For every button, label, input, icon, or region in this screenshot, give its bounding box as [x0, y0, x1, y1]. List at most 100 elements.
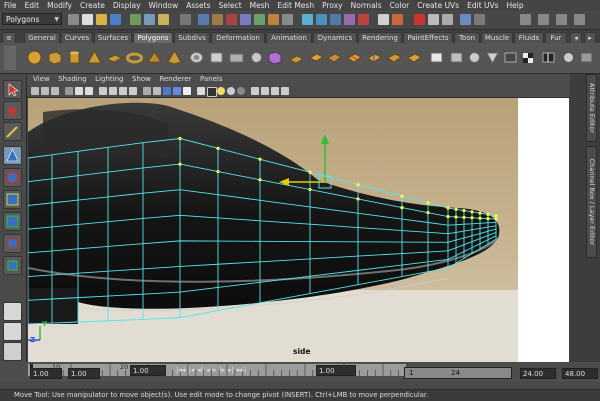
- select-surfaces-icon[interactable]: [240, 14, 251, 25]
- select-rendering-icon[interactable]: [282, 14, 293, 25]
- single-perspective-layout-icon[interactable]: [3, 302, 22, 321]
- tab-muscle[interactable]: Muscle: [481, 32, 513, 43]
- shelf-more-icon[interactable]: [578, 50, 595, 65]
- input-ops-icon[interactable]: [378, 14, 389, 25]
- menu-assets[interactable]: Assets: [182, 1, 214, 10]
- save-scene-icon[interactable]: [110, 14, 121, 25]
- grid-toggle-icon[interactable]: [65, 87, 73, 95]
- soften-edge-icon[interactable]: [560, 50, 577, 65]
- show-hide-sidebar-icon[interactable]: [460, 14, 471, 25]
- flat-shade-icon[interactable]: [173, 87, 181, 95]
- paint-select-tool-icon[interactable]: [3, 122, 22, 141]
- mesh-vertex[interactable]: [356, 197, 360, 201]
- mesh-vertex[interactable]: [470, 210, 474, 214]
- input-line-icon[interactable]: [474, 14, 485, 25]
- select-deformations-icon[interactable]: [254, 14, 265, 25]
- shadows-icon[interactable]: [227, 87, 235, 95]
- snap-curve-icon[interactable]: [316, 14, 327, 25]
- poly-prism-icon[interactable]: [146, 50, 163, 65]
- tab-fluids[interactable]: Fluids: [514, 32, 544, 43]
- current-frame-field[interactable]: 1.00: [130, 365, 166, 376]
- shelf-scroll-right-icon[interactable]: ▸: [584, 32, 596, 43]
- mesh-vertex[interactable]: [308, 187, 312, 192]
- bevel-icon[interactable]: [326, 50, 343, 65]
- construction-history-icon[interactable]: [392, 14, 403, 25]
- play-backward-icon[interactable]: ◂: [206, 366, 210, 376]
- tab-polygons[interactable]: Polygons: [133, 32, 173, 43]
- select-tool-icon[interactable]: [3, 80, 22, 99]
- panel-menu-panels[interactable]: Panels: [200, 75, 223, 83]
- mesh-vertex[interactable]: [454, 207, 458, 211]
- mesh-vertex[interactable]: [216, 169, 220, 174]
- range-slider-bar[interactable]: 1 24: [404, 367, 512, 379]
- step-back-icon[interactable]: |◂: [188, 366, 194, 376]
- mesh-vertex[interactable]: [462, 208, 466, 213]
- camera-bookmark-icon[interactable]: [41, 87, 49, 95]
- menu-window[interactable]: Window: [145, 1, 183, 10]
- wireframe-icon[interactable]: [143, 87, 151, 95]
- cylindrical-mapping-icon[interactable]: [448, 50, 465, 65]
- shelf-menu-icon[interactable]: ≡: [2, 32, 16, 43]
- mesh-vertex[interactable]: [308, 170, 312, 174]
- mask-icon[interactable]: [180, 14, 191, 25]
- xray-components-icon[interactable]: [281, 87, 289, 95]
- automatic-mapping-icon[interactable]: [484, 50, 501, 65]
- end-time-field[interactable]: 48.00: [562, 368, 598, 379]
- menu-create-uvs[interactable]: Create UVs: [413, 1, 463, 10]
- bounding-box-icon[interactable]: [183, 87, 191, 95]
- tool-settings-toggle-icon[interactable]: [538, 14, 549, 25]
- merge-vertices-icon[interactable]: [406, 50, 423, 65]
- smooth-icon[interactable]: [266, 50, 283, 65]
- select-joints-icon[interactable]: [212, 14, 223, 25]
- panel-menu-shading[interactable]: Shading: [58, 75, 86, 83]
- manipulator-tool-icon[interactable]: [3, 212, 22, 231]
- make-live-icon[interactable]: [358, 14, 369, 25]
- use-default-material-icon[interactable]: [197, 87, 205, 95]
- poly-plane-icon[interactable]: [106, 50, 123, 65]
- checker-icon[interactable]: [520, 50, 537, 65]
- tab-general[interactable]: General: [24, 32, 60, 43]
- poly-cone-icon[interactable]: [86, 50, 103, 65]
- poly-cylinder-icon[interactable]: [66, 50, 83, 65]
- high-quality-icon[interactable]: [237, 87, 245, 95]
- mesh-vertex[interactable]: [400, 205, 404, 210]
- lasso-tool-icon[interactable]: [3, 101, 22, 120]
- play-forward-icon[interactable]: ▸: [213, 366, 217, 376]
- menu-color[interactable]: Color: [386, 1, 414, 10]
- tab-dynamics[interactable]: Dynamics: [313, 32, 357, 43]
- mesh-vertex[interactable]: [494, 217, 498, 221]
- menu-edit-mesh[interactable]: Edit Mesh: [273, 1, 318, 10]
- mesh-vertex[interactable]: [470, 216, 474, 220]
- split-polygon-icon[interactable]: [346, 50, 363, 65]
- next-key-icon[interactable]: |▸: [219, 366, 225, 376]
- safe-title-icon[interactable]: [129, 87, 137, 95]
- attribute-editor-toggle-icon[interactable]: [520, 14, 531, 25]
- select-curves-icon[interactable]: [226, 14, 237, 25]
- resolution-gate-icon[interactable]: [85, 87, 93, 95]
- render-settings-icon[interactable]: [442, 14, 453, 25]
- tab-subdivs[interactable]: Subdivs: [174, 32, 210, 43]
- tab-curves[interactable]: Curves: [61, 32, 93, 43]
- tab-animation[interactable]: Animation: [266, 32, 312, 43]
- mesh-vertex[interactable]: [494, 214, 498, 218]
- tab-channel-box[interactable]: Channel Box / Layer Editor: [586, 146, 597, 258]
- menu-set-icon[interactable]: [68, 14, 79, 25]
- panel-menu-show[interactable]: Show: [132, 75, 151, 83]
- select-handles-icon[interactable]: [198, 14, 209, 25]
- tab-attribute-editor[interactable]: Attribute Editor: [586, 74, 597, 142]
- render-frame-icon[interactable]: [414, 14, 425, 25]
- gate-mask-icon[interactable]: [99, 87, 107, 95]
- panel-menu-view[interactable]: View: [33, 75, 50, 83]
- tab-surfaces[interactable]: Surfaces: [94, 32, 132, 43]
- normals-icon[interactable]: [540, 50, 557, 65]
- tab-rendering[interactable]: Rendering: [358, 32, 402, 43]
- scale-tool-icon[interactable]: [3, 190, 22, 209]
- channel-box-toggle-icon[interactable]: [556, 14, 567, 25]
- mesh-vertex[interactable]: [178, 136, 182, 141]
- separate-icon[interactable]: [248, 50, 265, 65]
- menu-file[interactable]: File: [0, 1, 21, 10]
- mesh-vertex[interactable]: [178, 162, 182, 166]
- xray-icon[interactable]: [261, 87, 269, 95]
- ipr-render-icon[interactable]: [428, 14, 439, 25]
- tab-toon[interactable]: Toon: [454, 32, 480, 43]
